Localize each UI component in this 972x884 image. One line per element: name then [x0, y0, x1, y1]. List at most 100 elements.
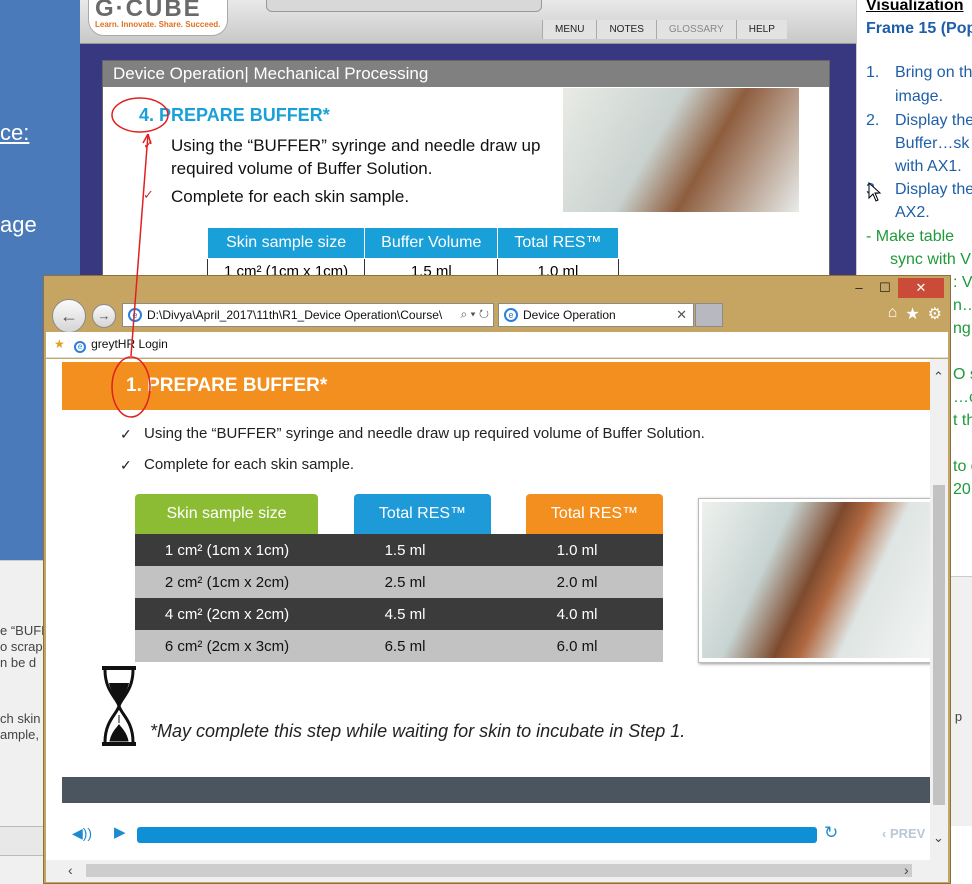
bg-fragment: n be d [0, 655, 37, 670]
bg-fragment: ample, [0, 727, 40, 742]
media-player-bar: ◀)) ▶ ↻ ‹ PREV [46, 805, 931, 860]
bg-fragment: o scrap [0, 639, 43, 654]
table-cell: 6 cm² (2cm x 3cm) [135, 630, 319, 662]
notes-line: Display the [895, 112, 972, 129]
buffer-volume-table: 1 cm² (1cm x 1cm) 1.5 ml 1.0 ml 2 cm² (1… [135, 534, 663, 662]
settings-icon[interactable]: ⚙ [928, 304, 942, 324]
page-viewport: 1. PREPARE BUFFER* ✓ Using the “BUFFER” … [46, 359, 948, 860]
progress-bar[interactable] [137, 827, 817, 843]
scroll-up-icon[interactable]: ⌃ [933, 369, 944, 385]
notes-green-line: ng [953, 320, 971, 337]
lab-photo [702, 502, 936, 658]
course-menu: MENU NOTES GLOSSARY HELP [542, 20, 787, 39]
vertical-scrollbar[interactable]: ⌃ ⌄ [930, 359, 948, 860]
table-cell: 2.5 ml [319, 566, 491, 598]
table-header-res-2: Total RES™ [526, 494, 663, 534]
bg-left-text-1: ce: [0, 120, 30, 145]
table-cell: 6.0 ml [491, 630, 663, 662]
help-button[interactable]: HELP [735, 20, 787, 39]
notes-line: AX2. [895, 204, 930, 221]
tab-title: Device Operation [523, 308, 616, 322]
table-row: 4 cm² (2cm x 2cm) 4.5 ml 4.0 ml [135, 598, 663, 630]
check-icon: ✓ [143, 187, 154, 202]
table-cell: 6.5 ml [319, 630, 491, 662]
bullet-text: Complete for each skin sample. [144, 456, 355, 473]
bg-fragment: ch skin [0, 711, 41, 726]
notes-line: with AX1. [895, 158, 962, 175]
notes-green-line: n… [953, 297, 972, 314]
favorites-bar: ★ e greytHR Login [46, 332, 948, 358]
notes-green-line: to g [953, 458, 972, 475]
browser-window: – ☐ ✕ ← → e D:\Divya\April_2017\11th\R1_… [43, 275, 951, 884]
notes-green-line: 20 [953, 481, 971, 498]
check-icon: ✓ [120, 426, 132, 442]
gcube-logo: G·CUBE Learn. Innovate. Share. Succeed. [88, 0, 228, 36]
step-heading: 1. PREPARE BUFFER* [62, 362, 930, 410]
notes-item-number: 2. [866, 112, 880, 129]
table-cell: 4.5 ml [319, 598, 491, 630]
notes-green-line: - Make table [866, 228, 955, 245]
scroll-down-icon[interactable]: ⌄ [933, 830, 944, 846]
replay-icon[interactable]: ↻ [824, 823, 838, 843]
lab-photo [563, 88, 799, 212]
table-cell: 4.0 ml [491, 598, 663, 630]
add-favorite-icon[interactable]: ★ [54, 337, 65, 351]
check-icon: ✓ [120, 457, 132, 473]
table-header-skin-size: Skin sample size [135, 494, 318, 534]
footer-strip [62, 777, 930, 803]
scroll-thumb[interactable] [86, 864, 912, 877]
horizontal-scrollbar[interactable]: ‹ › [46, 860, 948, 882]
volume-icon[interactable]: ◀)) [72, 825, 92, 842]
address-bar[interactable]: e D:\Divya\April_2017\11th\R1_Device Ope… [122, 303, 494, 327]
address-tools[interactable]: ⌕ ▾ ↻ [457, 307, 489, 322]
notes-line: image. [895, 88, 944, 105]
forward-button[interactable]: → [92, 304, 116, 328]
table-row: 2 cm² (1cm x 2cm) 2.5 ml 2.0 ml [135, 566, 663, 598]
notes-green-line: O s [953, 366, 972, 383]
table-cell: 1.0 ml [491, 534, 663, 566]
scroll-left-icon[interactable]: ‹ [68, 862, 73, 878]
background-strip [0, 826, 46, 856]
favorite-link[interactable]: e greytHR Login [74, 337, 168, 353]
table-header: Total RES™ [497, 227, 619, 259]
browser-toolbar-icons: ⌂ ★ ⚙ [888, 304, 942, 324]
table-cell: 2 cm² (1cm x 2cm) [135, 566, 319, 598]
close-icon[interactable]: ✕ [898, 278, 944, 298]
back-button[interactable]: ← [52, 299, 86, 333]
incubation-note: *May complete this step while waiting fo… [150, 721, 686, 741]
table-row: 1 cm² (1cm x 1cm) 1.5 ml 1.0 ml [135, 534, 663, 566]
notes-green-line: …c [953, 389, 972, 406]
table-cell: 2.0 ml [491, 566, 663, 598]
notes-line: Bring on th [895, 64, 972, 81]
table-row: 6 cm² (2cm x 3cm) 6.5 ml 6.0 ml [135, 630, 663, 662]
ie-icon: e [504, 308, 518, 322]
lesson-bullet: Complete for each skin sample. [171, 187, 410, 206]
table-header: Skin sample size [206, 227, 366, 259]
scroll-thumb[interactable] [933, 485, 945, 805]
favorites-icon[interactable]: ★ [905, 304, 919, 324]
tab-close-icon[interactable]: ✕ [676, 307, 687, 323]
notes-green-line: : V [953, 274, 972, 291]
play-icon[interactable]: ▶ [114, 823, 126, 841]
minimize-icon[interactable]: – [846, 278, 872, 298]
bg-left-text-2: age [0, 212, 37, 237]
notes-green-line: t th [953, 412, 972, 429]
address-text: D:\Divya\April_2017\11th\R1_Device Opera… [147, 308, 443, 322]
menu-button[interactable]: MENU [542, 20, 597, 39]
lesson-bullet: Using the “BUFFER” syringe and needle dr… [171, 136, 541, 178]
home-icon[interactable]: ⌂ [888, 304, 898, 324]
glossary-button[interactable]: GLOSSARY [655, 20, 736, 39]
new-tab-button[interactable] [695, 303, 723, 327]
scroll-right-icon[interactable]: › [904, 862, 909, 878]
table-header: Buffer Volume [364, 227, 499, 259]
tab-device-operation[interactable]: e Device Operation ✕ [498, 303, 694, 327]
prev-button[interactable]: ‹ PREV [882, 826, 925, 841]
notes-frame-label: Frame 15 (Pop [866, 20, 972, 37]
bullet-text: Using the “BUFFER” syringe and needle dr… [144, 425, 705, 442]
ie-icon: e [128, 308, 142, 322]
notes-title: Visualization [866, 0, 964, 14]
maximize-icon[interactable]: ☐ [872, 278, 898, 298]
notes-button[interactable]: NOTES [596, 20, 656, 39]
notes-item-number: 1. [866, 64, 880, 81]
ie-icon: e [74, 341, 87, 353]
